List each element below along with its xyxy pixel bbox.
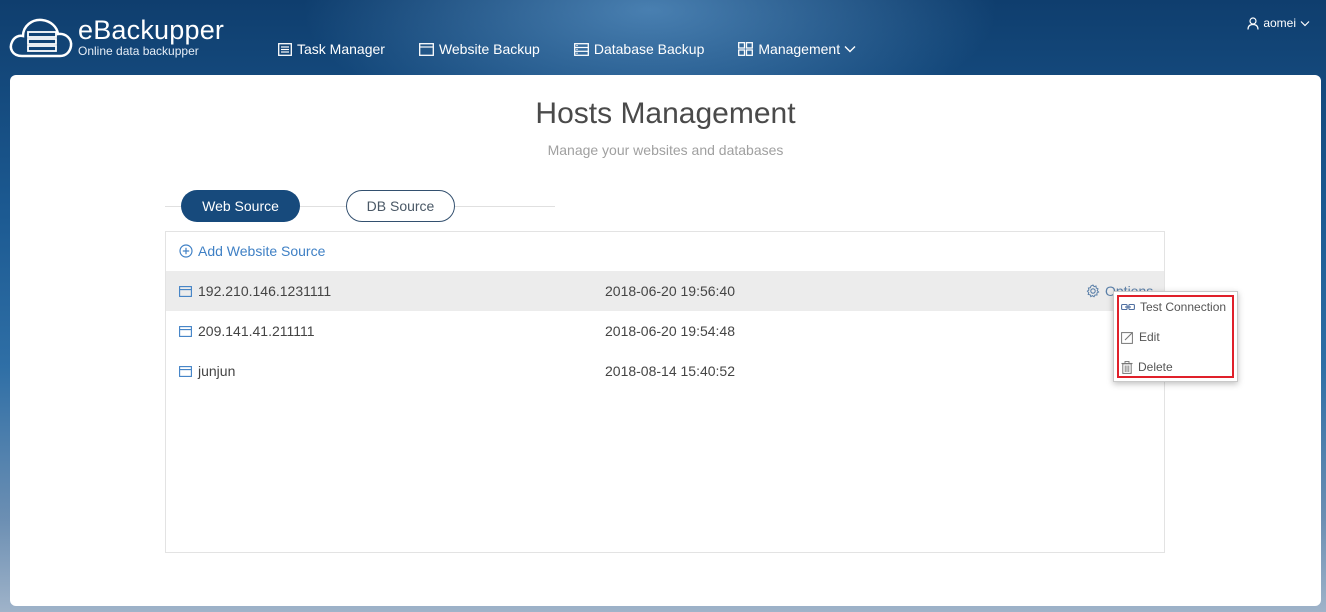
nav-database-backup[interactable]: Database Backup [573, 38, 705, 60]
link-icon [1121, 303, 1135, 311]
host-name: junjun [198, 363, 236, 379]
table-row[interactable]: junjun 2018-08-14 15:40:52 [166, 351, 1164, 391]
menu-item-delete[interactable]: Delete [1121, 360, 1173, 374]
app-logo[interactable]: eBackupper Online data backupper [8, 12, 248, 62]
nav-website-backup[interactable]: Website Backup [418, 38, 540, 60]
nav-label: Task Manager [297, 41, 385, 57]
cloud-server-icon [8, 14, 74, 60]
nav-task-manager[interactable]: Task Manager [278, 38, 385, 60]
chevron-down-icon [1300, 20, 1310, 26]
user-name: aomei [1263, 16, 1296, 30]
edit-icon [1121, 331, 1133, 344]
table-row[interactable]: 209.141.41.211111 2018-06-20 19:54:48 [166, 311, 1164, 351]
nav-label: Database Backup [593, 41, 705, 57]
app-subtitle: Online data backupper [78, 44, 199, 58]
user-icon [1247, 16, 1259, 30]
page-subtitle: Manage your websites and databases [547, 142, 784, 158]
user-menu[interactable]: aomei [1247, 16, 1314, 30]
host-time: 2018-06-20 19:56:40 [605, 283, 735, 299]
server-icon [179, 285, 192, 297]
options-dropdown-menu: Test Connection Edit Delete [1113, 291, 1238, 382]
main-nav: Task Manager Website Backup Database Bac… [278, 38, 890, 60]
menu-item-test-connection[interactable]: Test Connection [1121, 300, 1226, 314]
trash-icon [1121, 360, 1133, 374]
menu-item-label: Delete [1138, 360, 1173, 374]
server-icon [179, 365, 192, 377]
add-website-source-button[interactable]: Add Website Source [179, 243, 325, 259]
list-icon [278, 42, 292, 56]
table-row[interactable]: 192.210.146.1231111 2018-06-20 19:56:40 … [166, 271, 1164, 311]
host-time: 2018-06-20 19:54:48 [605, 323, 735, 339]
plus-circle-icon [179, 244, 193, 258]
nav-label: Website Backup [438, 41, 540, 57]
host-name: 192.210.146.1231111 [198, 283, 332, 299]
menu-item-label: Test Connection [1140, 300, 1227, 314]
window-icon [418, 42, 434, 56]
host-time: 2018-08-14 15:40:52 [605, 363, 735, 379]
nav-management[interactable]: Management [738, 38, 856, 60]
host-name: 209.141.41.211111 [198, 323, 315, 339]
gear-icon [1086, 284, 1100, 298]
menu-item-label: Edit [1139, 330, 1160, 344]
page-title: Hosts Management [535, 97, 796, 130]
top-header: eBackupper Online data backupper Task Ma… [0, 0, 1326, 75]
tab-web-source[interactable]: Web Source [181, 190, 300, 222]
server-icon [179, 325, 192, 337]
database-icon [573, 42, 589, 56]
app-title: eBackupper [78, 15, 225, 45]
chevron-down-icon [844, 46, 856, 53]
grid-icon [738, 42, 754, 56]
tab-db-source[interactable]: DB Source [346, 190, 455, 222]
nav-label: Management [758, 41, 841, 57]
menu-item-edit[interactable]: Edit [1121, 330, 1160, 344]
sources-table: Add Website Source 192.210.146.1231111 2… [165, 231, 1165, 553]
add-source-label: Add Website Source [198, 243, 326, 259]
